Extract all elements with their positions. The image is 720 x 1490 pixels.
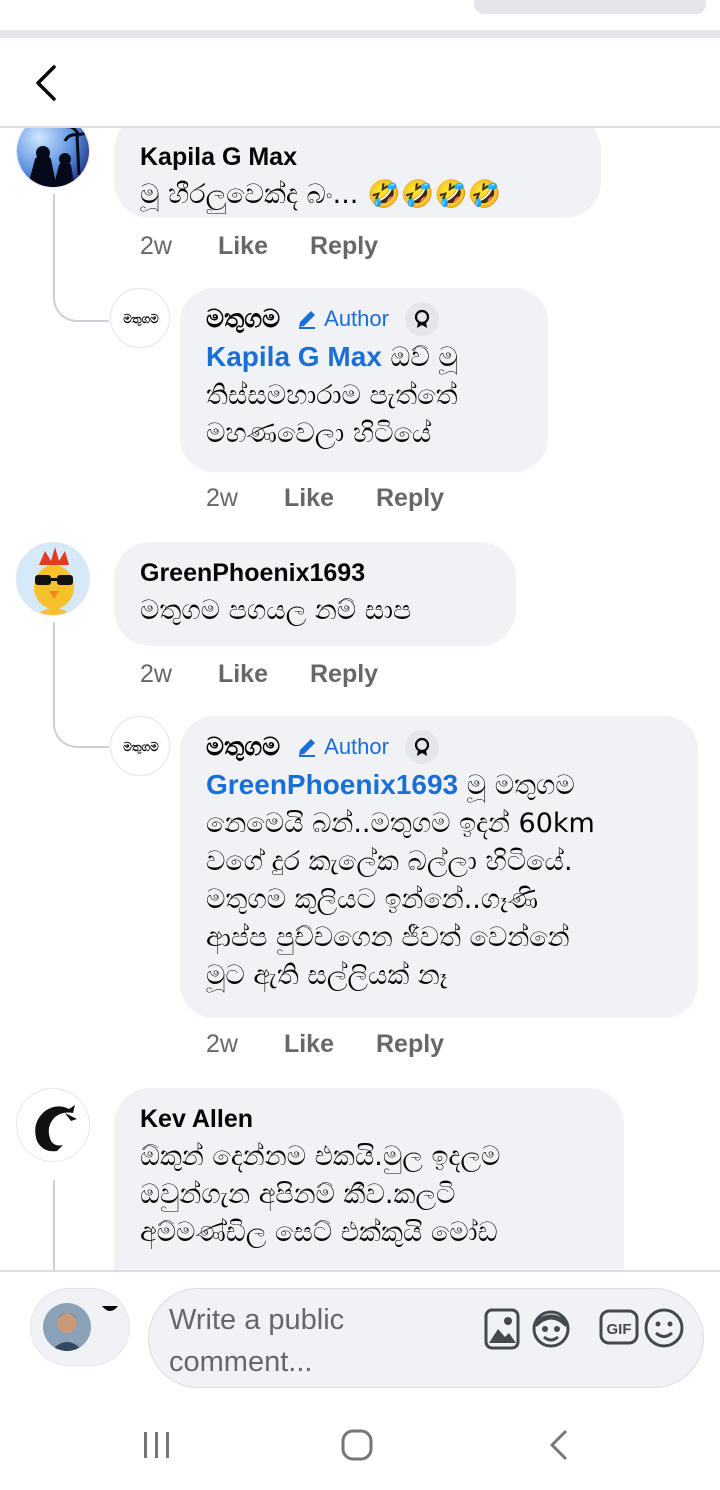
author-badge: Author [296,732,389,762]
pencil-icon [299,739,316,757]
avatar-sticker-icon[interactable] [529,1307,573,1351]
medal-icon[interactable] [404,302,439,336]
system-nav-bar [0,1400,720,1490]
emoji-icon[interactable] [643,1307,685,1349]
like-button[interactable]: Like [284,1030,334,1059]
avatar-page[interactable]: මතුගම [110,716,170,776]
comment-bubble[interactable]: Kapila G Max මූ හීරලුවෙක්ද බං... 🤣🤣🤣🤣 [114,128,601,218]
back-button[interactable] [22,58,72,108]
reply-button[interactable]: Reply [376,484,444,513]
avatar-kapila[interactable] [16,128,90,188]
page-name[interactable]: මතුගම [206,732,280,762]
avatar-image [17,543,89,615]
reply-text-line: ආප්ප පුච්චගෙන ජීවත් වෙන්නේ [206,922,570,953]
comment-text: මතුගම පගයල නම් සාප [140,595,412,626]
photo-icon[interactable] [483,1307,521,1351]
mention-link[interactable]: Kapila G Max [206,341,382,372]
like-button[interactable]: Like [218,232,268,261]
reply-bubble[interactable]: මතුගම Author Kapila G Max ඔව් මූ තිස්සමහ… [180,288,548,472]
back-icon[interactable] [546,1428,576,1462]
top-search-pill[interactable] [474,0,706,14]
comment-actions: 2w Like Reply [140,232,378,261]
like-button[interactable]: Like [218,660,268,689]
comment-author-name[interactable]: Kapila G Max [140,142,575,172]
avatar-greenphoenix[interactable] [16,542,90,616]
reply-text: GreenPhoenix1693 මූ මතුගම නෙමෙයි බන්..මත… [206,766,672,995]
home-icon[interactable] [340,1428,374,1462]
author-label: Author [324,734,389,759]
reply-text-line: මහණවෙලා හිටියේ [206,418,432,449]
page-avatar-text: මතුගම [123,739,159,754]
comment-bubble[interactable]: Kev Allen ඕකුන් දෙන්නම එකයි.මුල ඉදලම ඔවු… [114,1088,624,1270]
comment-actions: 2w Like Reply [140,660,378,689]
comment-text-line: අම්මණ්ඩිල සෙට් එක්කුයි මෝඩ [140,1217,498,1248]
comment-text: ඕකුන් දෙන්නම එකයි.මුල ඉදලම ඔවුන්ගැන අපින… [140,1138,598,1252]
comment-text-line: ඔවුන්ගැන අපිනම් කීව.කලටි [140,1179,456,1210]
author-badge: Author [296,304,389,334]
comment-composer: Write a public comment... GIF [0,1270,720,1400]
page-name[interactable]: මතුගම [206,304,280,334]
reply-text-line: මතුගම කුලියට ඉන්නේ..ගෑණි [206,884,539,915]
reply-button[interactable]: Reply [310,232,378,261]
my-avatar [43,1303,91,1351]
comment-time[interactable]: 2w [206,1030,238,1059]
header-bar [0,0,720,128]
comment-time[interactable]: 2w [206,484,238,513]
reply-text-line: තිස්සමහාරාම පැත්තේ [206,380,458,411]
caret-down-icon [102,1306,118,1311]
mention-link[interactable]: GreenPhoenix1693 [206,769,458,800]
like-button[interactable]: Like [284,484,334,513]
pencil-icon [299,311,316,329]
comment-input[interactable]: Write a public comment... GIF [148,1288,704,1388]
page-avatar-text: මතුගම [123,311,159,326]
avatar-kev-allen[interactable] [16,1088,90,1162]
dragon-icon [17,1089,89,1161]
comments-feed[interactable]: Kapila G Max මූ හීරලුවෙක්ද බං... 🤣🤣🤣🤣 2w… [0,128,720,1270]
comment-author-name[interactable]: Kev Allen [140,1104,598,1134]
reply-button[interactable]: Reply [310,660,378,689]
reply-text-part: ඔව් මූ [381,342,458,373]
comment-author-name: මතුගම Author [206,302,522,336]
comment-time[interactable]: 2w [140,232,172,261]
comment-text-line: ඕකුන් දෙන්නම එකයි.මුල ඉදලම [140,1141,501,1172]
comment-placeholder: Write a public comment... [169,1299,469,1383]
svg-text:GIF: GIF [607,1321,632,1338]
chevron-left-icon [36,65,56,101]
avatar-image [17,128,89,187]
comment-time[interactable]: 2w [140,660,172,689]
thread-connector [53,622,109,748]
reply-text-line: නෙමෙයි බන්..මතුගම ඉදන් 60km [206,808,595,839]
avatar-page[interactable]: මතුගම [110,288,170,348]
reply-actions: 2w Like Reply [206,1030,444,1059]
top-separator [0,30,720,38]
placeholder-line: comment... [169,1346,313,1378]
reply-text-line: වගේ දුර කැලේක බල්ලා හිටියේ. [206,846,573,877]
reply-text: Kapila G Max ඔව් මූ තිස්සමහාරාම පැත්තේ ම… [206,338,522,453]
thread-connector [53,194,109,322]
reply-bubble[interactable]: මතුගම Author GreenPhoenix1693 මූ මතුගම න… [180,716,698,1018]
comment-text: මූ හීරලුවෙක්ද බං... 🤣🤣🤣🤣 [140,179,502,210]
thread-connector [53,1180,55,1270]
profile-switcher[interactable] [30,1288,130,1366]
recent-apps-icon[interactable] [140,1428,174,1462]
comment-author-name[interactable]: GreenPhoenix1693 [140,558,490,588]
comment-bubble[interactable]: GreenPhoenix1693 මතුගම පගයල නම් සාප [114,542,516,646]
placeholder-line: Write a public [169,1304,345,1336]
gif-icon[interactable]: GIF [599,1307,639,1347]
reply-text-part: මූ මතුගම [458,770,575,801]
reply-button[interactable]: Reply [376,1030,444,1059]
author-label: Author [324,306,389,331]
medal-icon[interactable] [404,730,439,764]
comment-author-name: මතුගම Author [206,730,672,764]
reply-actions: 2w Like Reply [206,484,444,513]
reply-text-line: මූට ඇති සල්ලියක් නෑ [206,960,448,991]
